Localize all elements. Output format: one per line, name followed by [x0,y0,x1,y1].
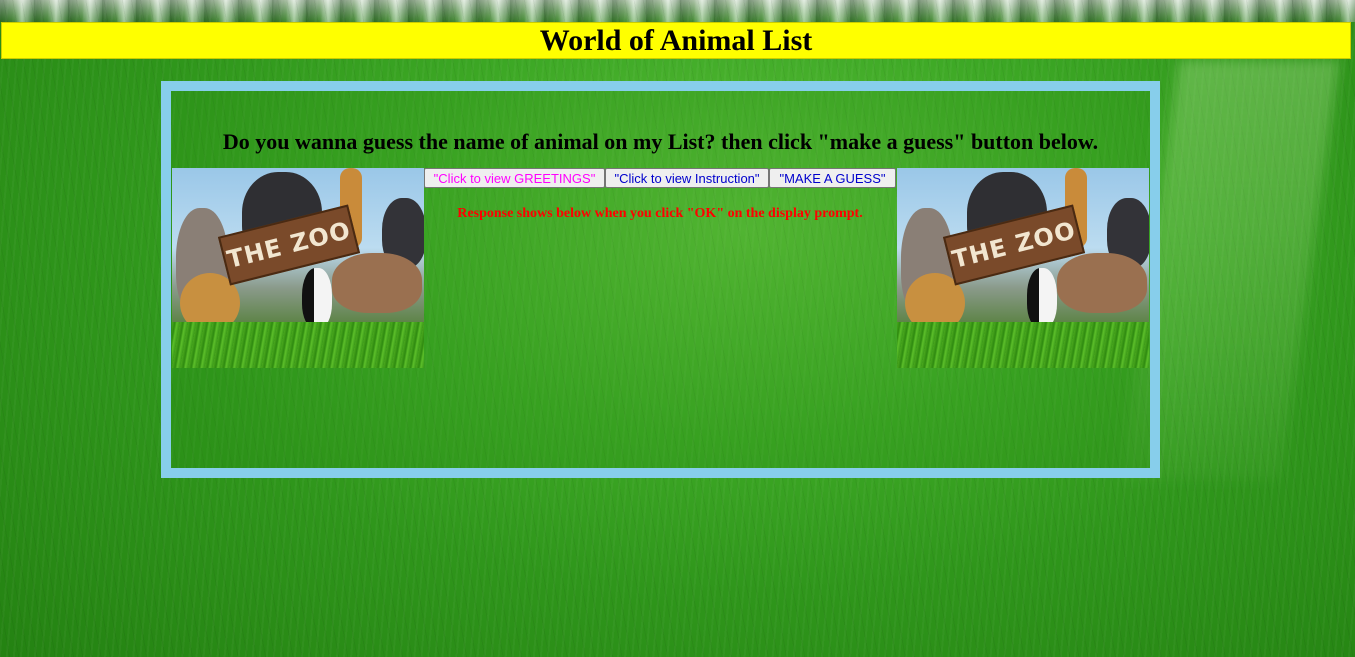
game-container: Do you wanna guess the name of animal on… [161,81,1160,478]
image-grass [172,322,424,368]
make-a-guess-button[interactable]: "MAKE A GUESS" [769,168,896,188]
penguin-figure [302,268,332,328]
tortoise-figure [332,253,422,313]
image-grass [897,322,1149,368]
response-note: Response shows below when you click "OK"… [457,206,863,221]
zoo-image-right: THE ZOO [897,168,1149,368]
view-instruction-button[interactable]: "Click to view Instruction" [605,168,769,188]
button-row: "Click to view GREETINGS" "Click to view… [424,168,896,188]
zoo-image-left: THE ZOO [172,168,424,368]
view-greetings-button[interactable]: "Click to view GREETINGS" [424,168,605,188]
game-prompt-heading: Do you wanna guess the name of animal on… [222,129,1099,154]
tortoise-figure [1057,253,1147,313]
page-header: World of Animal List [1,22,1351,59]
penguin-figure [1027,268,1057,328]
page-title: World of Animal List [539,23,813,57]
background-treeline [0,0,1355,22]
